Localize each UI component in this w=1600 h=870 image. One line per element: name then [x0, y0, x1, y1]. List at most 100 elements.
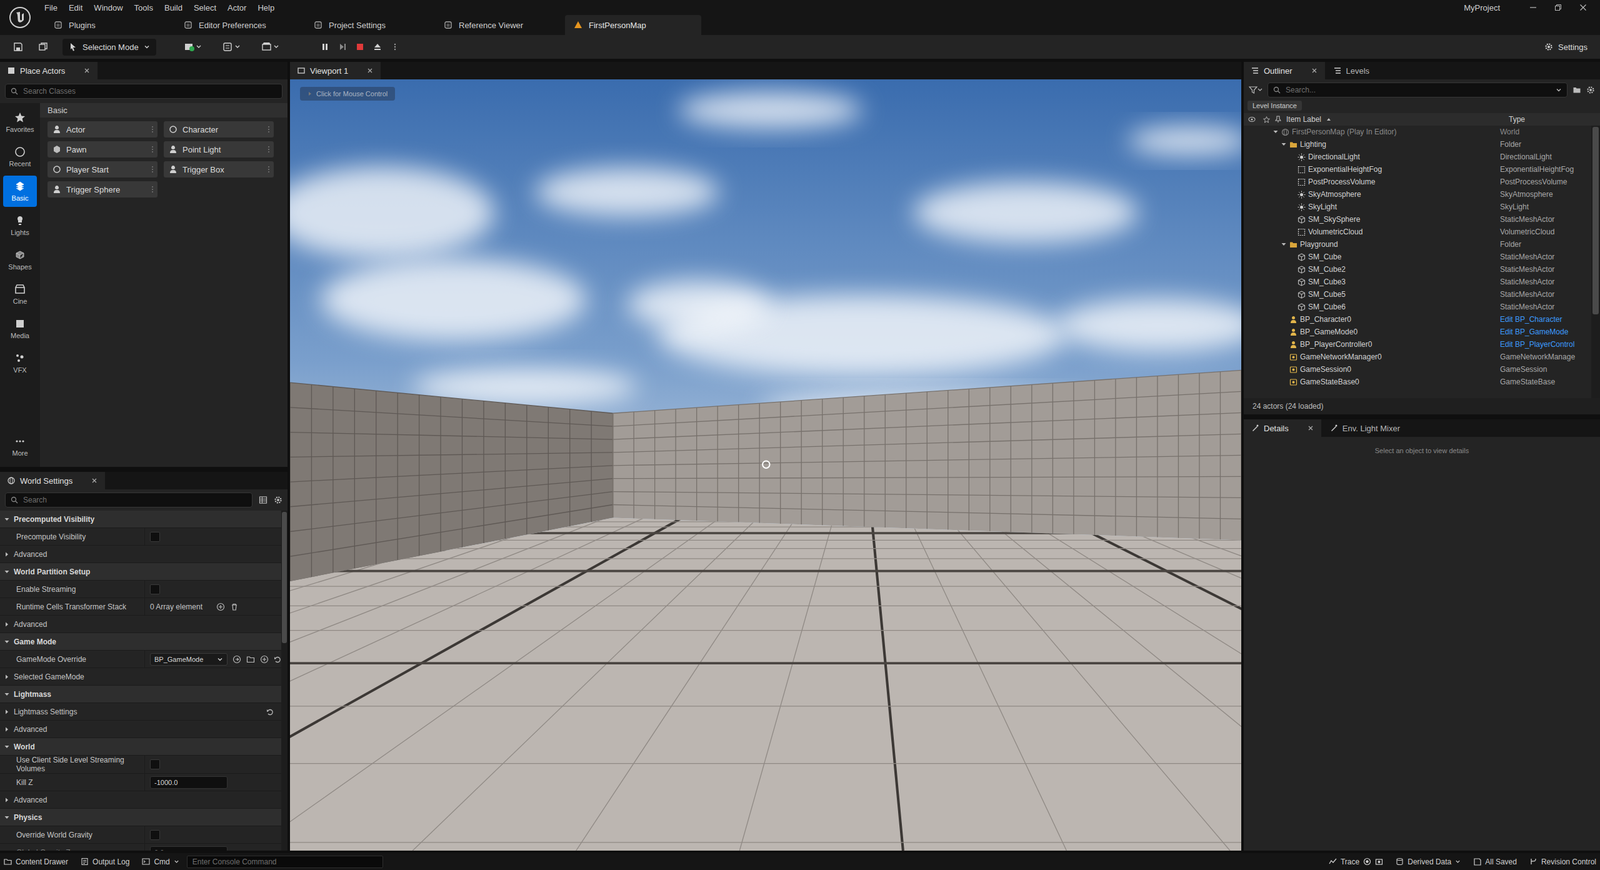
panel-tab[interactable]: Place Actors	[0, 61, 98, 80]
drag-handle-icon[interactable]	[151, 125, 154, 134]
expand-arrow-icon[interactable]	[1280, 141, 1287, 148]
checkbox[interactable]	[150, 584, 160, 595]
close-tab-icon[interactable]	[1311, 67, 1318, 74]
panel-tab[interactable]: Details	[1243, 419, 1322, 437]
document-tab[interactable]: Editor Preferences	[175, 15, 299, 35]
search-field[interactable]: Search	[5, 492, 253, 508]
console-input[interactable]: Enter Console Command	[186, 855, 384, 869]
outliner-row[interactable]: DirectionalLightDirectionalLight	[1243, 150, 1592, 164]
outliner-row[interactable]: BP_PlayerController0Edit BP_PlayerContro…	[1243, 338, 1592, 351]
menu-item[interactable]: Select	[189, 1, 221, 14]
minimize-icon[interactable]	[1525, 0, 1542, 15]
expand-arrow-icon[interactable]	[3, 516, 10, 523]
actor-item[interactable]: Trigger Box	[163, 161, 274, 178]
outliner-row[interactable]: VolumetricCloudVolumetricCloud	[1243, 225, 1592, 239]
category-item[interactable]: Lights	[3, 210, 37, 242]
document-tab[interactable]: Project Settings	[305, 15, 429, 35]
status-button[interactable]: All Saved	[1473, 857, 1517, 867]
outliner-row[interactable]: GameSession0GameSession	[1243, 363, 1592, 376]
category-item[interactable]: Basic	[3, 175, 37, 207]
actor-item[interactable]: Point Light	[163, 141, 274, 158]
expand-arrow-icon[interactable]	[3, 796, 10, 804]
settings-button[interactable]: Settings	[1540, 40, 1592, 55]
status-button[interactable]: Output Log	[80, 857, 130, 867]
add-actor-icon[interactable]	[177, 38, 210, 56]
browse-icon[interactable]	[232, 655, 242, 664]
unreal-logo-icon[interactable]	[0, 0, 40, 35]
gamemode-dropdown[interactable]: BP_GameMode	[150, 653, 228, 666]
scrollbar[interactable]	[281, 510, 288, 851]
close-tab-icon[interactable]	[83, 67, 90, 74]
mouse-control-hint[interactable]: Click for Mouse Control	[300, 86, 395, 101]
close-tab-icon[interactable]	[366, 67, 374, 74]
expand-arrow-icon[interactable]	[3, 743, 10, 750]
outliner-row[interactable]: FirstPersonMap (Play In Editor)World	[1243, 125, 1592, 139]
status-button[interactable]: Trace	[1328, 857, 1384, 867]
document-tab[interactable]: FirstPersonMap	[565, 15, 702, 35]
reset-icon[interactable]	[266, 708, 274, 716]
category-header[interactable]: World Partition Setup	[0, 567, 282, 577]
screenshot-icon[interactable]	[1375, 857, 1384, 866]
chevron-down-icon[interactable]	[1555, 86, 1562, 94]
outliner-row[interactable]: SM_Cube2StaticMeshActor	[1243, 263, 1592, 276]
outliner-row[interactable]: ExponentialHeightFogExponentialHeightFog	[1243, 163, 1592, 176]
expand-arrow-icon[interactable]	[3, 691, 10, 698]
expand-arrow-icon[interactable]	[3, 673, 10, 680]
outliner-row[interactable]: SM_Cube5StaticMeshActor	[1243, 288, 1592, 301]
category-header[interactable]: Advanced	[0, 620, 282, 629]
document-tab[interactable]: Plugins	[45, 15, 169, 35]
category-header[interactable]: Advanced	[0, 550, 282, 559]
restore-icon[interactable]	[1550, 0, 1567, 15]
panel-tab[interactable]: Outliner	[1243, 61, 1325, 80]
outliner-row[interactable]: PostProcessVolumePostProcessVolume	[1243, 175, 1592, 189]
visibility-icon[interactable]	[1248, 116, 1256, 123]
checkbox[interactable]	[150, 531, 160, 542]
checkbox[interactable]	[150, 759, 160, 770]
checkbox[interactable]	[150, 830, 160, 840]
reset-icon[interactable]	[273, 655, 282, 664]
gear-icon[interactable]	[273, 495, 283, 505]
number-field[interactable]: -1000.0	[150, 776, 228, 789]
expand-arrow-icon[interactable]	[3, 551, 10, 558]
panel-tab[interactable]: Levels	[1326, 61, 1378, 80]
category-item[interactable]: Media	[3, 313, 37, 345]
expand-arrow-icon[interactable]	[1272, 128, 1279, 135]
selection-mode-dropdown[interactable]: Selection Mode	[62, 38, 157, 56]
browse-icon[interactable]	[33, 38, 53, 56]
eject-icon[interactable]	[368, 38, 387, 56]
outliner-row[interactable]: GameStateBase0GameStateBase	[1243, 375, 1592, 389]
add-folder-icon[interactable]	[1572, 85, 1582, 95]
outliner-row[interactable]: SM_SkySphereStaticMeshActor	[1243, 213, 1592, 226]
actor-item[interactable]: Trigger Sphere	[47, 181, 158, 198]
trash-icon[interactable]	[230, 602, 239, 612]
outliner-search-field[interactable]: Search...	[1267, 82, 1568, 98]
category-item[interactable]: Recent	[3, 141, 37, 173]
outliner-row[interactable]: SM_Cube3StaticMeshActor	[1243, 275, 1592, 289]
record-icon[interactable]	[1363, 857, 1372, 866]
outliner-row[interactable]: BP_GameMode0Edit BP_GameMode	[1243, 325, 1592, 339]
outliner-row[interactable]: SM_CubeStaticMeshActor	[1243, 250, 1592, 264]
menu-item[interactable]: Actor	[223, 1, 251, 14]
search-classes-field[interactable]: Search Classes	[5, 83, 283, 99]
expand-arrow-icon[interactable]	[3, 814, 10, 821]
category-item[interactable]: Cine	[3, 278, 37, 310]
drag-handle-icon[interactable]	[151, 185, 154, 194]
category-item[interactable]: VFX	[3, 347, 37, 379]
category-header[interactable]: Advanced	[0, 795, 282, 805]
number-field[interactable]: 0.0	[150, 846, 228, 852]
category-header[interactable]: World	[0, 742, 282, 752]
favorite-icon[interactable]	[1263, 116, 1270, 124]
category-header[interactable]: Precomputed Visibility	[0, 515, 282, 524]
outliner-row[interactable]: PlaygroundFolder	[1243, 238, 1592, 251]
save-icon[interactable]	[8, 38, 28, 56]
category-header[interactable]: Advanced	[0, 725, 282, 734]
expand-arrow-icon[interactable]	[3, 726, 10, 733]
viewport-scene[interactable]: Click for Mouse Control	[290, 79, 1242, 851]
status-button[interactable]: Cmd	[141, 857, 179, 867]
drag-handle-icon[interactable]	[151, 145, 154, 154]
menu-item[interactable]: File	[40, 1, 62, 14]
close-window-icon[interactable]	[1575, 0, 1592, 15]
blueprint-icon[interactable]	[216, 38, 249, 56]
scrollbar[interactable]	[1591, 125, 1600, 399]
category-item[interactable]: Shapes	[3, 244, 37, 276]
